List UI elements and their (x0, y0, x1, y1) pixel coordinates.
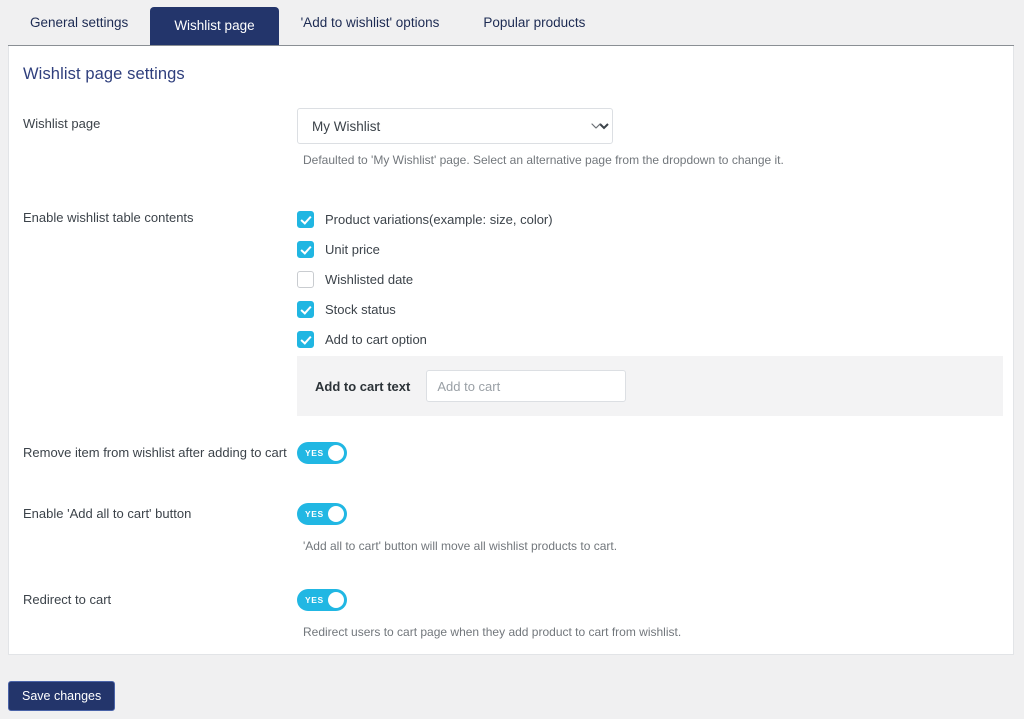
checkbox-item-unit-price[interactable]: Unit price (297, 234, 553, 264)
toggle-knob (328, 592, 344, 608)
checkbox-checked-icon[interactable] (297, 300, 314, 318)
tab-general-settings[interactable]: General settings (8, 6, 150, 40)
checkbox-item-product-variations[interactable]: Product variations(example: size, color) (297, 204, 553, 234)
toggle-add-all-to-cart[interactable]: YES (297, 503, 347, 525)
checkbox-unchecked-icon[interactable] (297, 270, 314, 288)
settings-card: Wishlist page settings Wishlist page My … (8, 46, 1014, 655)
field-wishlist-page: My Wishlist Defaulted to 'My Wishlist' p… (297, 108, 784, 167)
field-add-all-to-cart: YES 'Add all to cart' button will move a… (297, 503, 617, 553)
toggle-knob (328, 445, 344, 461)
add-to-cart-text-panel: Add to cart text (297, 356, 1003, 416)
checkbox-item-add-to-cart-option[interactable]: Add to cart option (297, 324, 553, 354)
label-add-to-cart-text: Add to cart text (315, 378, 411, 394)
help-add-all-to-cart: 'Add all to cart' button will move all w… (303, 539, 618, 553)
label-remove-item: Remove item from wishlist after adding t… (23, 445, 287, 460)
toggle-state-label: YES (305, 509, 324, 519)
settings-screen: General settings Wishlist page 'Add to w… (0, 0, 1024, 719)
tab-bar: General settings Wishlist page 'Add to w… (0, 0, 1024, 46)
wishlist-page-select[interactable]: My Wishlist (297, 108, 613, 144)
checkbox-label: Add to cart option (325, 331, 427, 347)
toggle-redirect-to-cart[interactable]: YES (297, 589, 347, 611)
checkbox-list: Product variations(example: size, color)… (297, 204, 553, 354)
field-redirect-to-cart: YES Redirect users to cart page when the… (297, 589, 681, 639)
label-wishlist-page: Wishlist page (23, 116, 101, 131)
label-table-contents: Enable wishlist table contents (23, 210, 194, 225)
checkbox-label: Stock status (325, 301, 396, 317)
toggle-state-label: YES (305, 448, 324, 458)
toggle-remove-item[interactable]: YES (297, 442, 347, 464)
wishlist-page-select-wrapper: My Wishlist (297, 108, 613, 144)
checkbox-item-wishlisted-date[interactable]: Wishlisted date (297, 264, 553, 294)
field-remove-item: YES (297, 442, 347, 464)
label-redirect-to-cart: Redirect to cart (23, 592, 112, 607)
tab-wishlist-page[interactable]: Wishlist page (150, 7, 279, 45)
checkbox-checked-icon[interactable] (297, 330, 314, 348)
checkbox-label: Unit price (325, 241, 380, 257)
tab-popular-products[interactable]: Popular products (461, 6, 607, 40)
checkbox-label: Wishlisted date (325, 271, 414, 287)
checkbox-group-table-contents: Product variations(example: size, color)… (297, 204, 553, 354)
page-title: Wishlist page settings (23, 65, 185, 83)
save-changes-button[interactable]: Save changes (8, 681, 116, 711)
tab-list: General settings Wishlist page 'Add to w… (8, 0, 607, 46)
help-redirect-to-cart: Redirect users to cart page when they ad… (303, 625, 682, 639)
checkbox-checked-icon[interactable] (297, 240, 314, 258)
tab-add-to-wishlist-options[interactable]: 'Add to wishlist' options (279, 6, 462, 40)
label-add-all-to-cart: Enable 'Add all to cart' button (23, 506, 192, 521)
checkbox-label: Product variations(example: size, color) (325, 211, 553, 227)
toggle-state-label: YES (305, 595, 324, 605)
help-wishlist-page: Defaulted to 'My Wishlist' page. Select … (303, 153, 784, 167)
checkbox-checked-icon[interactable] (297, 210, 314, 228)
checkbox-item-stock-status[interactable]: Stock status (297, 294, 553, 324)
toggle-knob (328, 506, 344, 522)
add-to-cart-text-input[interactable] (426, 370, 627, 402)
